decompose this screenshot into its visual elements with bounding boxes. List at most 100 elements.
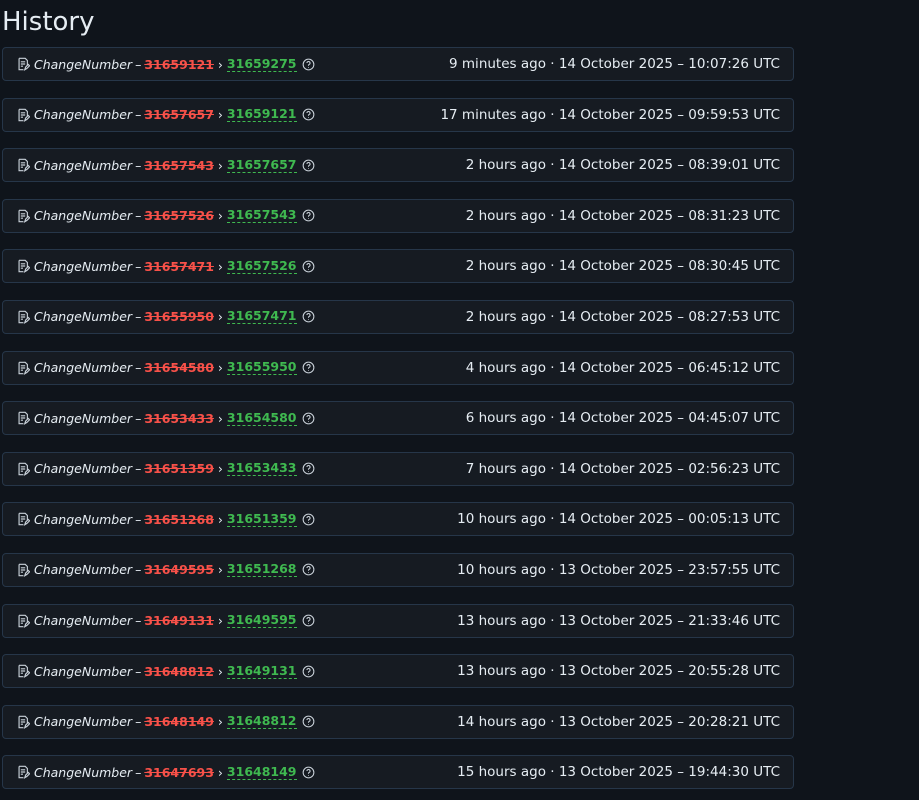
- old-value: 31649595: [144, 562, 214, 578]
- history-entry: ChangeNumber – 31654580 › 31655950 4 hou…: [2, 350, 794, 385]
- entry-key: ChangeNumber: [34, 613, 133, 629]
- document-edit-icon: [16, 462, 30, 476]
- arrow-separator: ›: [217, 157, 223, 173]
- question-circle-icon[interactable]: [302, 563, 315, 576]
- new-value-link[interactable]: 31657657: [226, 157, 297, 173]
- entry-timestamp: 9 minutes ago · 14 October 2025 – 10:07:…: [449, 56, 780, 72]
- arrow-separator: ›: [217, 613, 223, 629]
- arrow-separator: ›: [217, 208, 223, 224]
- entry-key: ChangeNumber: [34, 360, 133, 376]
- entry-separator: –: [135, 613, 142, 629]
- new-value-link[interactable]: 31651268: [226, 562, 297, 578]
- old-value: 31647693: [144, 764, 214, 780]
- entry-separator: –: [135, 410, 142, 426]
- old-value: 31653433: [144, 410, 214, 426]
- new-value-link[interactable]: 31648812: [226, 714, 297, 730]
- old-value: 31657526: [144, 208, 214, 224]
- entry-separator: –: [135, 663, 142, 679]
- document-edit-icon: [16, 715, 30, 729]
- new-value-link[interactable]: 31651359: [226, 511, 297, 527]
- entry-key: ChangeNumber: [34, 107, 133, 123]
- history-list: ChangeNumber – 31659121 › 31659275 9 min…: [2, 47, 794, 800]
- entry-separator: –: [135, 360, 142, 376]
- entry-key: ChangeNumber: [34, 511, 133, 527]
- document-edit-icon: [16, 361, 30, 375]
- document-edit-icon: [16, 108, 30, 122]
- document-edit-icon: [16, 259, 30, 274]
- old-value: 31648149: [144, 714, 214, 730]
- new-value-link[interactable]: 31659121: [226, 107, 297, 123]
- new-value-link[interactable]: 31654580: [226, 410, 297, 426]
- question-circle-icon[interactable]: [302, 159, 315, 172]
- entry-separator: –: [135, 56, 142, 72]
- entry-timestamp: 13 hours ago · 13 October 2025 – 21:33:4…: [457, 612, 780, 629]
- question-circle-icon[interactable]: [302, 715, 315, 728]
- entry-key: ChangeNumber: [34, 410, 133, 426]
- question-circle-icon[interactable]: [302, 310, 315, 323]
- history-entry: ChangeNumber – 31657543 › 31657657 2 hou…: [2, 148, 794, 183]
- document-edit-icon: [16, 614, 30, 628]
- new-value-link[interactable]: 31655950: [226, 360, 297, 376]
- question-circle-icon[interactable]: [302, 513, 315, 526]
- arrow-separator: ›: [217, 56, 223, 72]
- arrow-separator: ›: [217, 360, 223, 376]
- question-circle-icon[interactable]: [302, 361, 315, 374]
- question-circle-icon[interactable]: [302, 108, 315, 121]
- entry-timestamp: 2 hours ago · 14 October 2025 – 08:30:45…: [465, 258, 780, 275]
- entry-separator: –: [135, 157, 142, 173]
- question-circle-icon[interactable]: [302, 58, 315, 71]
- entry-separator: –: [135, 107, 142, 123]
- arrow-separator: ›: [217, 511, 223, 527]
- history-entry: ChangeNumber – 31649131 › 31649595 13 ho…: [2, 603, 794, 638]
- entry-separator: –: [135, 208, 142, 224]
- arrow-separator: ›: [217, 461, 223, 477]
- question-circle-icon[interactable]: [302, 260, 315, 273]
- history-entry: ChangeNumber – 31655950 › 31657471 2 hou…: [2, 299, 794, 334]
- question-circle-icon[interactable]: [302, 209, 315, 222]
- question-circle-icon[interactable]: [302, 665, 315, 678]
- arrow-separator: ›: [217, 562, 223, 578]
- entry-timestamp: 2 hours ago · 14 October 2025 – 08:31:23…: [465, 207, 780, 224]
- new-value-link[interactable]: 31648149: [226, 764, 297, 780]
- new-value-link[interactable]: 31657471: [226, 309, 297, 325]
- entry-timestamp: 13 hours ago · 13 October 2025 – 20:55:2…: [457, 663, 780, 680]
- document-edit-icon: [16, 57, 30, 71]
- entry-separator: –: [135, 714, 142, 730]
- document-edit-icon: [16, 765, 30, 780]
- entry-key: ChangeNumber: [34, 562, 133, 578]
- new-value-link[interactable]: 31649595: [226, 613, 297, 629]
- question-circle-icon[interactable]: [302, 614, 315, 627]
- entry-separator: –: [135, 309, 142, 325]
- entry-timestamp: 7 hours ago · 14 October 2025 – 02:56:23…: [465, 460, 780, 477]
- new-value-link[interactable]: 31657543: [226, 208, 297, 224]
- entry-separator: –: [135, 258, 142, 274]
- old-value: 31657471: [144, 258, 214, 274]
- history-entry: ChangeNumber – 31651359 › 31653433 7 hou…: [2, 451, 794, 486]
- entry-timestamp: 14 hours ago · 13 October 2025 – 20:28:2…: [457, 713, 780, 730]
- old-value: 31651268: [144, 511, 214, 527]
- document-edit-icon: [16, 158, 30, 173]
- history-entry: ChangeNumber – 31648812 › 31649131 13 ho…: [2, 654, 794, 689]
- entry-timestamp: 6 hours ago · 14 October 2025 – 04:45:07…: [465, 410, 780, 427]
- new-value-link[interactable]: 31649131: [226, 663, 297, 679]
- old-value: 31649131: [144, 613, 214, 629]
- new-value-link[interactable]: 31659275: [226, 56, 297, 72]
- entry-key: ChangeNumber: [34, 157, 133, 173]
- arrow-separator: ›: [217, 107, 223, 123]
- question-circle-icon[interactable]: [302, 462, 315, 475]
- entry-key: ChangeNumber: [34, 258, 133, 274]
- entry-timestamp: 10 hours ago · 14 October 2025 – 00:05:1…: [457, 511, 780, 528]
- document-edit-icon: [16, 209, 30, 223]
- arrow-separator: ›: [217, 714, 223, 730]
- history-entry: ChangeNumber – 31649595 › 31651268 10 ho…: [2, 552, 794, 587]
- new-value-link[interactable]: 31657526: [226, 258, 297, 274]
- history-entry: ChangeNumber – 31651268 › 31651359 10 ho…: [2, 502, 794, 537]
- entry-timestamp: 2 hours ago · 14 October 2025 – 08:27:53…: [465, 308, 780, 325]
- question-circle-icon[interactable]: [302, 766, 315, 779]
- new-value-link[interactable]: 31653433: [226, 461, 297, 477]
- question-circle-icon[interactable]: [302, 412, 315, 425]
- old-value: 31657657: [144, 107, 214, 123]
- arrow-separator: ›: [217, 764, 223, 780]
- entry-key: ChangeNumber: [34, 764, 133, 780]
- entry-key: ChangeNumber: [34, 56, 133, 72]
